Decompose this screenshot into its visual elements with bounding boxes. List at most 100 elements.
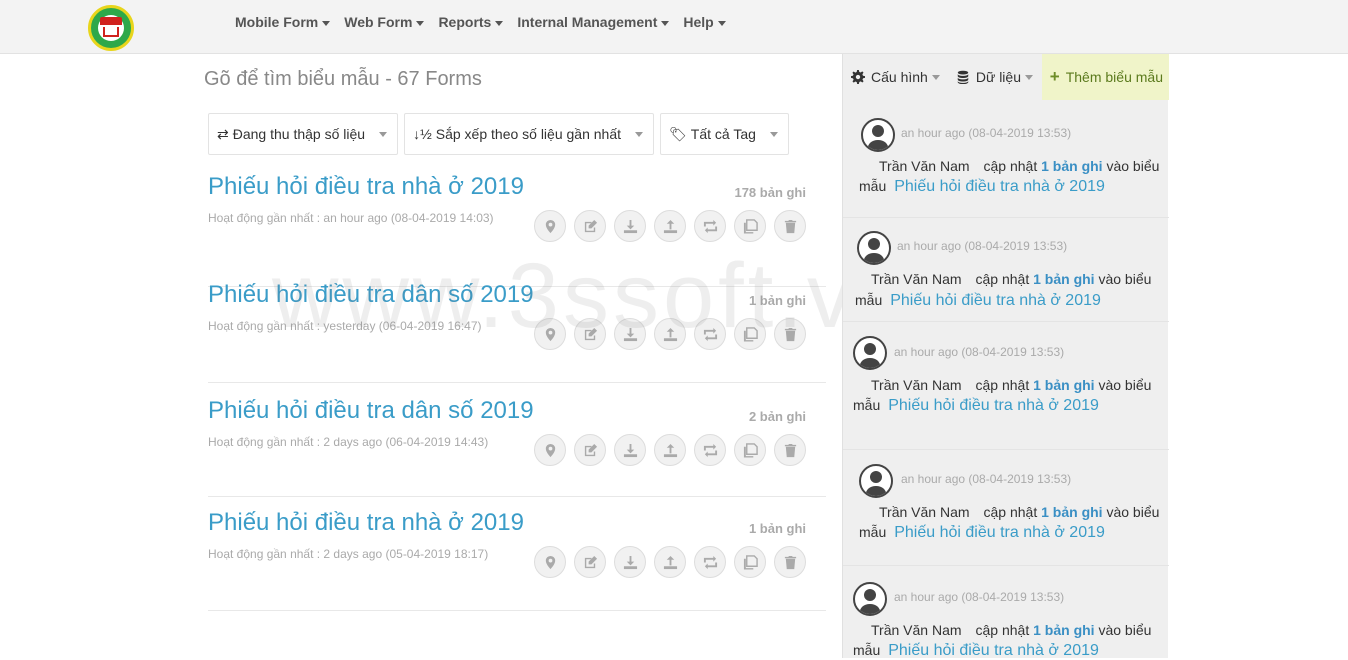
record-count: 1 bản ghi xyxy=(748,521,806,536)
upload-button[interactable] xyxy=(654,318,686,350)
nav-internal-management[interactable]: Internal Management xyxy=(517,14,670,30)
download-button[interactable] xyxy=(614,318,646,350)
map-marker-button[interactable] xyxy=(534,210,566,242)
retweet-button[interactable] xyxy=(694,210,726,242)
activity-count-link[interactable]: 1 bản ghi xyxy=(1033,271,1094,287)
form-title-link[interactable]: Phiếu hỏi điều tra dân số 2019 xyxy=(208,397,534,425)
activity-text-cont: mẫu Phiếu hỏi điều tra nhà ở 2019 xyxy=(853,397,1099,415)
activity-panel: Cấu hình Dữ liệu + Thêm biểu mẫu an hour… xyxy=(842,54,1169,659)
form-search-input[interactable]: Gõ để tìm biểu mẫu - 67 Forms xyxy=(204,68,482,91)
map-marker-button[interactable] xyxy=(534,318,566,350)
delete-button[interactable] xyxy=(774,210,806,242)
nav-web-form[interactable]: Web Form xyxy=(344,14,425,30)
activity-into: vào biểu xyxy=(1106,504,1160,520)
chevron-down-icon xyxy=(379,131,388,137)
edit-button[interactable] xyxy=(574,434,606,466)
nav-help[interactable]: Help xyxy=(683,14,726,30)
activity-time: an hour ago (08-04-2019 13:53) xyxy=(897,239,1068,253)
edit-button[interactable] xyxy=(574,210,606,242)
activity-count-link[interactable]: 1 bản ghi xyxy=(1033,622,1094,638)
edit-icon xyxy=(584,555,597,568)
user-avatar[interactable] xyxy=(853,582,887,616)
map-marker-icon xyxy=(545,443,555,457)
copy-button[interactable] xyxy=(734,210,766,242)
edit-button[interactable] xyxy=(574,318,606,350)
activity-into2: mẫu xyxy=(853,397,881,413)
copy-button[interactable] xyxy=(734,318,766,350)
activity-count-link[interactable]: 1 bản ghi xyxy=(1033,377,1094,393)
last-activity: Hoạt động gần nhất : 2 days ago (06-04-2… xyxy=(208,435,489,449)
upload-button[interactable] xyxy=(654,210,686,242)
activity-count-link[interactable]: 1 bản ghi xyxy=(1041,504,1102,520)
download-icon xyxy=(623,443,637,457)
activity-form-link[interactable]: Phiếu hỏi điều tra nhà ở 2019 xyxy=(888,397,1099,414)
add-form-label: Thêm biểu mẫu xyxy=(1065,69,1163,85)
activity-verb: cập nhật xyxy=(975,271,1030,287)
delete-button[interactable] xyxy=(774,434,806,466)
form-list-item: Phiếu hỏi điều tra nhà ở 2019 1 bản ghi … xyxy=(208,509,826,611)
retweet-button[interactable] xyxy=(694,546,726,578)
activity-time: an hour ago (08-04-2019 13:53) xyxy=(894,345,1065,359)
activity-form-link[interactable]: Phiếu hỏi điều tra nhà ở 2019 xyxy=(888,642,1099,659)
add-form-button[interactable]: + Thêm biểu mẫu xyxy=(1041,54,1169,100)
user-icon xyxy=(865,471,887,496)
download-button[interactable] xyxy=(614,210,646,242)
delete-button[interactable] xyxy=(774,318,806,350)
activity-user: Trần Văn Nam xyxy=(879,504,970,520)
upload-button[interactable] xyxy=(654,546,686,578)
activity-text-cont: mẫu Phiếu hỏi điều tra nhà ở 2019 xyxy=(859,524,1105,542)
form-title-link[interactable]: Phiếu hỏi điều tra nhà ở 2019 xyxy=(208,509,524,537)
retweet-button[interactable] xyxy=(694,434,726,466)
data-dropdown[interactable]: Dữ liệu xyxy=(948,54,1041,100)
tag-filter-dropdown[interactable]: 🏷 Tất cả Tag xyxy=(660,113,789,155)
form-list-item: Phiếu hỏi điều tra dân số 2019 2 bản ghi… xyxy=(208,397,826,497)
download-icon xyxy=(623,219,637,233)
nav-reports-label: Reports xyxy=(438,14,492,30)
user-avatar[interactable] xyxy=(861,118,895,152)
activity-item: an hour ago (08-04-2019 13:53) Trần Văn … xyxy=(843,322,1169,450)
activity-text: Trần Văn Nam cập nhật 1 bản ghi vào biểu xyxy=(871,622,1151,638)
nav-help-label: Help xyxy=(683,14,714,30)
retweet-icon xyxy=(703,219,717,233)
chevron-down-icon xyxy=(322,20,331,26)
brand-logo[interactable] xyxy=(88,5,134,51)
delete-button[interactable] xyxy=(774,546,806,578)
map-marker-button[interactable] xyxy=(534,434,566,466)
form-title-link[interactable]: Phiếu hỏi điều tra nhà ở 2019 xyxy=(208,173,524,201)
user-avatar[interactable] xyxy=(853,336,887,370)
upload-button[interactable] xyxy=(654,434,686,466)
activity-into2: mẫu xyxy=(859,524,887,540)
copy-button[interactable] xyxy=(734,434,766,466)
filter-bar: ⇄ Đang thu thập số liệu ↓½ Sắp xếp theo … xyxy=(208,113,789,155)
map-marker-button[interactable] xyxy=(534,546,566,578)
form-title-link[interactable]: Phiếu hỏi điều tra dân số 2019 xyxy=(208,281,534,309)
activity-form-link[interactable]: Phiếu hỏi điều tra nhà ở 2019 xyxy=(890,292,1101,309)
sort-dropdown[interactable]: ↓½ Sắp xếp theo số liệu gần nhất xyxy=(404,113,655,155)
copy-button[interactable] xyxy=(734,546,766,578)
config-dropdown[interactable]: Cấu hình xyxy=(843,54,948,100)
status-filter-dropdown[interactable]: ⇄ Đang thu thập số liệu xyxy=(208,113,399,155)
activity-form-link[interactable]: Phiếu hỏi điều tra nhà ở 2019 xyxy=(894,524,1105,541)
chevron-down-icon xyxy=(661,20,670,26)
download-button[interactable] xyxy=(614,546,646,578)
chevron-down-icon xyxy=(931,74,940,80)
edit-icon xyxy=(584,443,597,456)
copy-icon xyxy=(743,218,758,234)
nav-mobile-form[interactable]: Mobile Form xyxy=(235,14,331,30)
activity-user: Trần Văn Nam xyxy=(871,271,962,287)
user-icon xyxy=(859,589,881,614)
record-count: 1 bản ghi xyxy=(748,293,806,308)
user-avatar[interactable] xyxy=(857,231,891,265)
activity-verb: cập nhật xyxy=(983,504,1038,520)
nav-reports[interactable]: Reports xyxy=(438,14,504,30)
activity-count-link[interactable]: 1 bản ghi xyxy=(1041,158,1102,174)
chevron-down-icon xyxy=(495,20,504,26)
retweet-button[interactable] xyxy=(694,318,726,350)
activity-form-link[interactable]: Phiếu hỏi điều tra nhà ở 2019 xyxy=(894,178,1105,195)
user-avatar[interactable] xyxy=(859,464,893,498)
retweet-icon xyxy=(703,327,717,341)
trash-icon xyxy=(784,219,796,233)
download-button[interactable] xyxy=(614,434,646,466)
record-count: 2 bản ghi xyxy=(748,409,806,424)
edit-button[interactable] xyxy=(574,546,606,578)
